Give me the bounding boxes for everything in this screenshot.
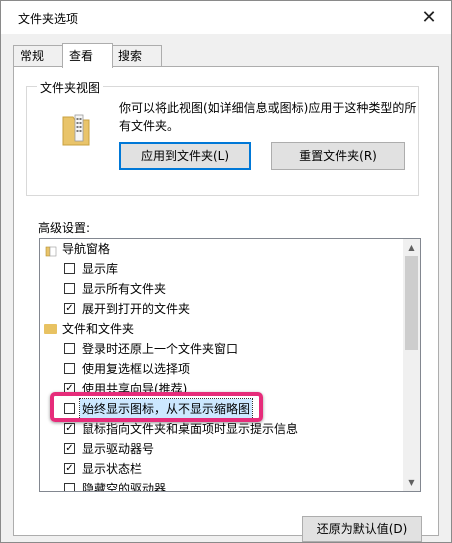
tree-category-files-and-folders[interactable]: 文件和文件夹 xyxy=(40,319,404,339)
checkbox-checked[interactable]: ✓ xyxy=(64,443,75,454)
tree-option-show-drive-letters[interactable]: ✓ 显示驱动器号 xyxy=(40,439,404,459)
folder-view-title: 文件夹视图 xyxy=(37,79,104,96)
close-icon: ✕ xyxy=(421,7,437,28)
tree-label: 显示库 xyxy=(82,262,119,276)
highlight-annotation xyxy=(50,392,263,422)
tree-category-navigation-pane[interactable]: 导航窗格 xyxy=(40,239,404,259)
tree-option-hide-empty-drives[interactable]: 隐藏空的驱动器 xyxy=(40,479,404,492)
tree-label: 隐藏空的驱动器 xyxy=(82,482,167,492)
advanced-settings-tree[interactable]: 导航窗格 显示库 显示所有文件夹 ✓ 展开到打开的文件夹 文件和文件夹 登录时还… xyxy=(39,238,421,492)
tree-label: 鼠标指向文件夹和桌面项时显示提示信息 xyxy=(82,422,299,436)
reset-folders-button[interactable]: 重置文件夹(R) xyxy=(271,142,405,170)
tree-label: 使用复选框以选择项 xyxy=(82,362,191,376)
checkbox-checked[interactable]: ✓ xyxy=(64,423,75,434)
tab-search[interactable]: 搜索 xyxy=(111,45,162,66)
checkbox[interactable] xyxy=(64,283,75,294)
apply-to-folders-button[interactable]: 应用到文件夹(L) xyxy=(119,142,251,170)
tree-option-show-all-folders[interactable]: 显示所有文件夹 xyxy=(40,279,404,299)
tab-general[interactable]: 常规 xyxy=(13,45,64,66)
checkbox[interactable] xyxy=(64,363,75,374)
navigation-pane-icon xyxy=(45,243,57,257)
title-bar: 文件夹选项 ✕ xyxy=(1,1,451,34)
window-title: 文件夹选项 xyxy=(18,12,79,26)
folder-options-dialog: 文件夹选项 ✕ 常规 查看 搜索 文件夹视图 你可以将此视图(如详细信息或图标)… xyxy=(0,0,452,543)
checkbox-checked[interactable]: ✓ xyxy=(64,463,75,474)
tree-option-show-status-bar[interactable]: ✓ 显示状态栏 xyxy=(40,459,404,479)
tree-option-restore-previous-windows[interactable]: 登录时还原上一个文件夹窗口 xyxy=(40,339,404,359)
advanced-settings-label: 高级设置: xyxy=(38,221,91,235)
restore-defaults-button[interactable]: 还原为默认值(D) xyxy=(302,516,422,542)
close-button[interactable]: ✕ xyxy=(407,1,451,34)
tree-label: 显示所有文件夹 xyxy=(82,282,167,296)
folder-icon xyxy=(44,324,57,334)
tree-label: 文件和文件夹 xyxy=(62,322,135,336)
tree-option-show-popup-descriptions[interactable]: ✓ 鼠标指向文件夹和桌面项时显示提示信息 xyxy=(40,419,404,439)
checkbox[interactable] xyxy=(64,343,75,354)
scroll-down-arrow-icon[interactable]: ▼ xyxy=(403,474,420,491)
tree-label: 显示状态栏 xyxy=(82,462,143,476)
tree-option-show-libraries[interactable]: 显示库 xyxy=(40,259,404,279)
folder-view-description: 你可以将此视图(如详细信息或图标)应用于这种类型的所有文件夹。 xyxy=(119,101,417,133)
tab-view[interactable]: 查看 xyxy=(62,43,113,68)
scroll-thumb[interactable] xyxy=(405,256,418,350)
tree-label: 显示驱动器号 xyxy=(82,442,155,456)
tree-scrollbar[interactable]: ▲ ▼ xyxy=(403,239,420,491)
tree-label: 展开到打开的文件夹 xyxy=(82,302,191,316)
tree-label: 登录时还原上一个文件夹窗口 xyxy=(82,342,239,356)
checkbox[interactable] xyxy=(64,483,75,491)
tree-option-expand-to-open-folder[interactable]: ✓ 展开到打开的文件夹 xyxy=(40,299,404,319)
checkbox[interactable] xyxy=(64,263,75,274)
checkbox-checked[interactable]: ✓ xyxy=(64,303,75,314)
scroll-up-arrow-icon[interactable]: ▲ xyxy=(403,239,420,256)
tree-option-use-check-boxes[interactable]: 使用复选框以选择项 xyxy=(40,359,404,379)
folder-view-icon xyxy=(61,111,93,149)
tree-label: 导航窗格 xyxy=(62,242,111,256)
